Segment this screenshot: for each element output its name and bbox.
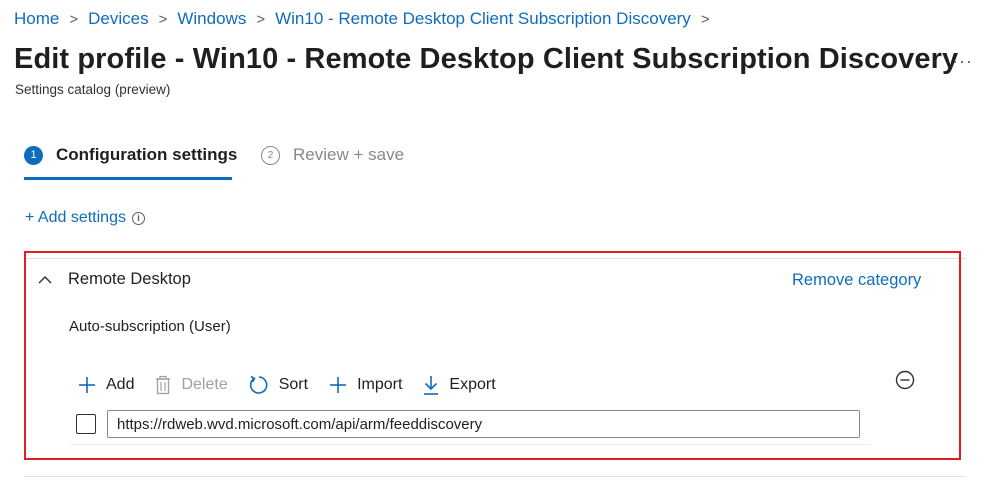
page-title: Edit profile - Win10 - Remote Desktop Cl… [14,43,959,75]
breadcrumb-home[interactable]: Home [14,9,59,29]
plus-icon [330,377,347,393]
list-item [76,410,860,438]
delete-button[interactable]: Delete [154,375,228,395]
step-label: Configuration settings [56,145,238,164]
add-settings-label: + Add settings [25,209,126,226]
category-title: Remote Desktop [68,270,191,288]
delete-label: Delete [181,376,228,393]
minus-circle-icon[interactable] [895,370,915,390]
chevron-right-icon: > [700,10,710,28]
url-field[interactable] [107,410,860,438]
add-label: Add [106,376,135,393]
divider [24,476,966,477]
category-header[interactable]: Remote Desktop [36,270,191,289]
chevron-right-icon: > [158,10,168,28]
remove-category-link[interactable]: Remove category [792,271,921,290]
trash-icon [156,375,171,395]
breadcrumb-devices[interactable]: Devices [88,9,148,29]
divider [70,444,870,445]
add-settings-link[interactable]: + Add settings i [25,209,145,227]
sort-label: Sort [278,376,309,393]
row-checkbox[interactable] [76,414,96,434]
step-label: Review + save [293,145,405,164]
breadcrumb-profile[interactable]: Win10 - Remote Desktop Client Subscripti… [275,9,691,29]
download-icon [424,376,439,395]
step-number-badge: 1 [24,145,43,165]
sort-button[interactable]: Sort [248,374,308,396]
list-toolbar: Add Delete Sort Import Export [77,372,516,398]
import-button[interactable]: Import [328,375,402,395]
active-step-indicator [24,177,232,180]
refresh-icon [249,375,268,394]
breadcrumb-windows[interactable]: Windows [177,9,246,29]
tab-configuration-settings[interactable]: 1 Configuration settings [24,145,237,165]
setting-label: Auto-subscription (User) [69,318,231,335]
export-label: Export [449,376,496,393]
step-number-badge: 2 [261,145,280,165]
breadcrumb: Home > Devices > Windows > Win10 - Remot… [14,9,720,29]
chevron-right-icon: > [69,10,79,28]
add-button[interactable]: Add [77,375,134,395]
page-subtitle: Settings catalog (preview) [15,82,171,97]
chevron-right-icon: > [256,10,266,28]
info-icon[interactable]: i [131,211,145,225]
plus-icon [79,377,95,393]
chevron-up-icon[interactable] [36,271,54,289]
tab-review-save[interactable]: 2 Review + save [261,145,404,165]
export-button[interactable]: Export [422,374,496,396]
import-label: Import [357,376,403,393]
more-icon[interactable]: ··· [952,51,973,72]
